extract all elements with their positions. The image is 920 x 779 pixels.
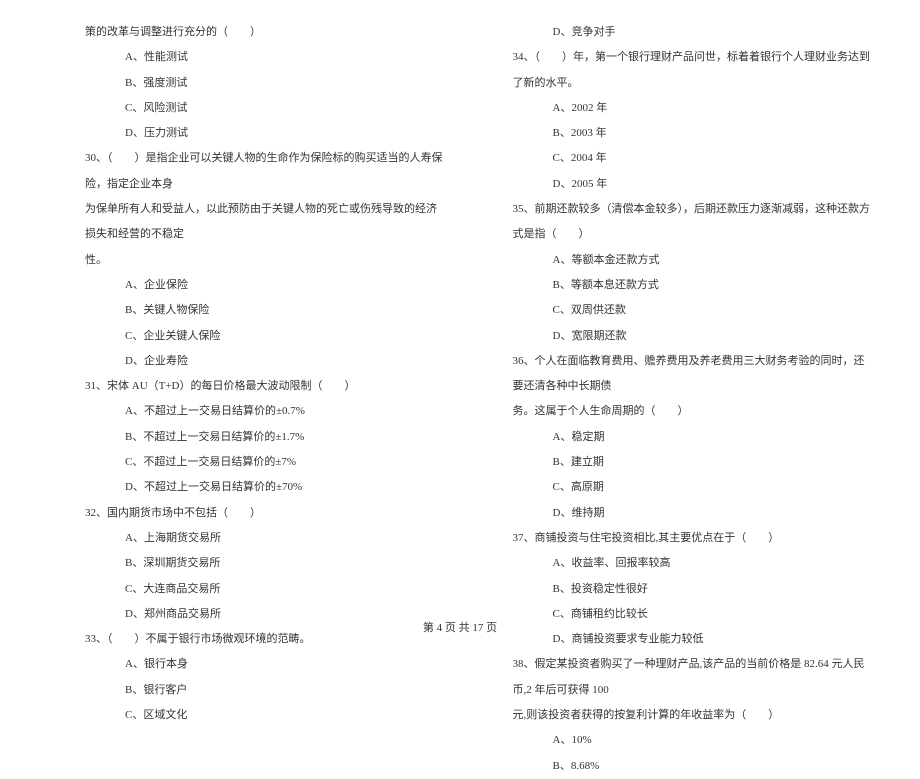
left-column: 策的改革与调整进行充分的（ ） A、性能测试 B、强度测试 C、风险测试 D、压… bbox=[85, 20, 443, 779]
q30-opt-b: B、关键人物保险 bbox=[85, 298, 443, 323]
q38-stem-l2: 元,则该投资者获得的按复利计算的年收益率为（ ） bbox=[513, 703, 871, 728]
q36-stem-l2: 务。这属于个人生命周期的（ ） bbox=[513, 399, 871, 424]
q30-stem-l1: 30、（ ）是指企业可以关键人物的生命作为保险标的购买适当的人寿保险，指定企业本… bbox=[85, 146, 443, 197]
q32-stem: 32、国内期货市场中不包括（ ） bbox=[85, 501, 443, 526]
q30-opt-d: D、企业寿险 bbox=[85, 349, 443, 374]
q36-opt-d: D、维持期 bbox=[513, 501, 871, 526]
q32-opt-c: C、大连商品交易所 bbox=[85, 577, 443, 602]
q31-opt-b: B、不超过上一交易日结算价的±1.7% bbox=[85, 425, 443, 450]
q33-opt-a: A、银行本身 bbox=[85, 652, 443, 677]
q33-opt-d: D、竞争对手 bbox=[513, 20, 871, 45]
q35-opt-d: D、宽限期还款 bbox=[513, 324, 871, 349]
q38-opt-b: B、8.68% bbox=[513, 754, 871, 779]
right-column: D、竞争对手 34、（ ）年，第一个银行理财产品问世，标着着银行个人理财业务达到… bbox=[513, 20, 871, 779]
q35-opt-c: C、双周供还款 bbox=[513, 298, 871, 323]
q30-stem-l3: 性。 bbox=[85, 248, 443, 273]
q29-stem-tail: 策的改革与调整进行充分的（ ） bbox=[85, 20, 443, 45]
q35-stem: 35、前期还款较多（清偿本金较多），后期还款压力逐渐减弱，这种还款方式是指（ ） bbox=[513, 197, 871, 248]
q31-opt-a: A、不超过上一交易日结算价的±0.7% bbox=[85, 399, 443, 424]
q32-opt-a: A、上海期货交易所 bbox=[85, 526, 443, 551]
q33-opt-c: C、区域文化 bbox=[85, 703, 443, 728]
q29-opt-d: D、压力测试 bbox=[85, 121, 443, 146]
q37-stem: 37、商铺投资与住宅投资相比,其主要优点在于（ ） bbox=[513, 526, 871, 551]
q29-opt-b: B、强度测试 bbox=[85, 71, 443, 96]
q30-opt-c: C、企业关键人保险 bbox=[85, 324, 443, 349]
q36-stem-l1: 36、个人在面临教育费用、赡养费用及养老费用三大财务考验的同时，还要还清各种中长… bbox=[513, 349, 871, 400]
q31-stem: 31、宋体 AU（T+D）的每日价格最大波动限制（ ） bbox=[85, 374, 443, 399]
q36-opt-b: B、建立期 bbox=[513, 450, 871, 475]
q31-opt-d: D、不超过上一交易日结算价的±70% bbox=[85, 475, 443, 500]
q36-opt-c: C、高原期 bbox=[513, 475, 871, 500]
q29-opt-c: C、风险测试 bbox=[85, 96, 443, 121]
q30-stem-l2: 为保单所有人和受益人，以此预防由于关键人物的死亡或伤残导致的经济损失和经营的不稳… bbox=[85, 197, 443, 248]
q37-opt-b: B、投资稳定性很好 bbox=[513, 577, 871, 602]
q34-opt-b: B、2003 年 bbox=[513, 121, 871, 146]
q32-opt-b: B、深圳期货交易所 bbox=[85, 551, 443, 576]
q37-opt-a: A、收益率、回报率较高 bbox=[513, 551, 871, 576]
q38-stem-l1: 38、假定某投资者购买了一种理财产品,该产品的当前价格是 82.64 元人民币,… bbox=[513, 652, 871, 703]
q38-opt-a: A、10% bbox=[513, 728, 871, 753]
q34-opt-d: D、2005 年 bbox=[513, 172, 871, 197]
q30-opt-a: A、企业保险 bbox=[85, 273, 443, 298]
page-footer: 第 4 页 共 17 页 bbox=[0, 619, 920, 635]
q36-opt-a: A、稳定期 bbox=[513, 425, 871, 450]
q29-opt-a: A、性能测试 bbox=[85, 45, 443, 70]
q35-opt-a: A、等额本金还款方式 bbox=[513, 248, 871, 273]
q33-opt-b: B、银行客户 bbox=[85, 678, 443, 703]
q34-opt-c: C、2004 年 bbox=[513, 146, 871, 171]
q34-stem: 34、（ ）年，第一个银行理财产品问世，标着着银行个人理财业务达到了新的水平。 bbox=[513, 45, 871, 96]
q34-opt-a: A、2002 年 bbox=[513, 96, 871, 121]
q35-opt-b: B、等额本息还款方式 bbox=[513, 273, 871, 298]
q31-opt-c: C、不超过上一交易日结算价的±7% bbox=[85, 450, 443, 475]
